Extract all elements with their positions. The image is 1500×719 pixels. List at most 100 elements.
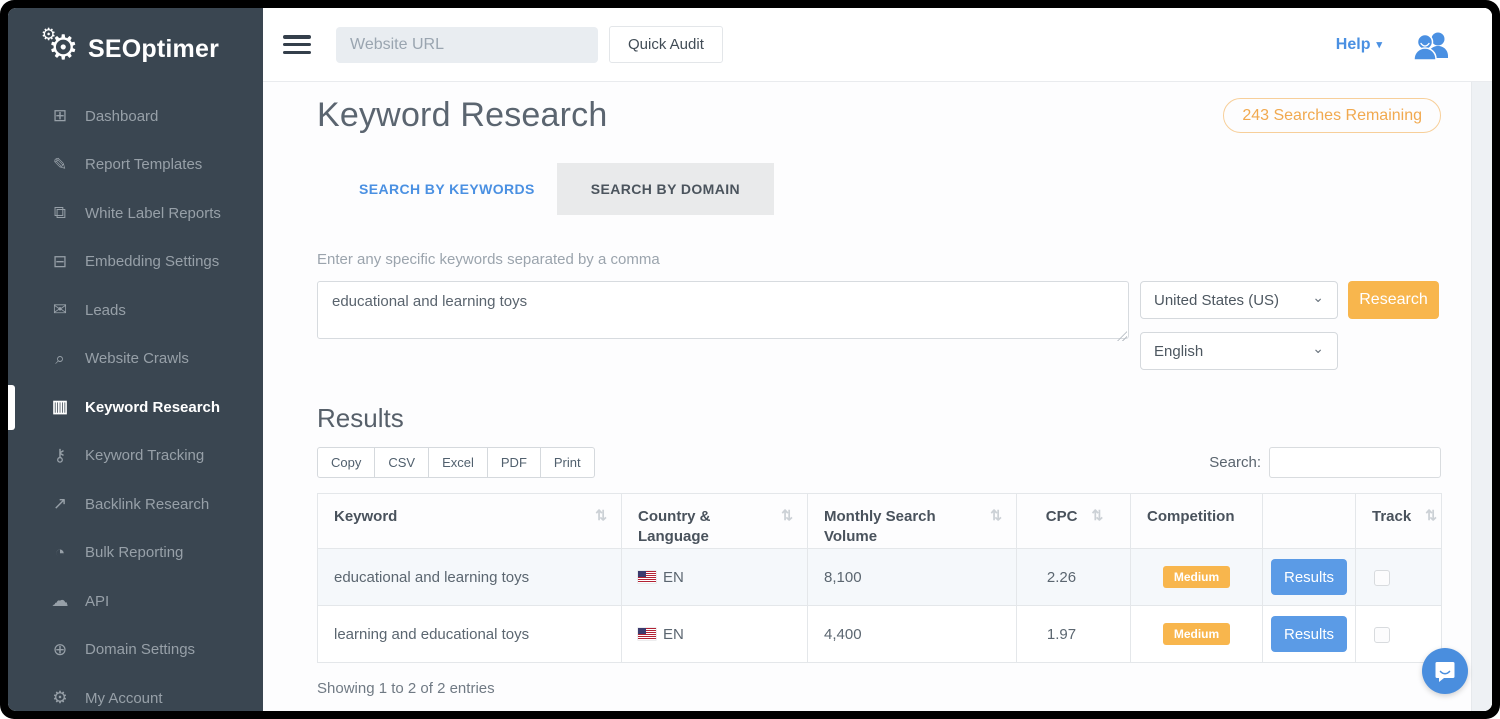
users-icon[interactable] [1412, 30, 1450, 60]
dashboard-icon: ⊞ [48, 106, 72, 126]
competition-badge: Medium [1163, 566, 1230, 588]
help-dropdown[interactable]: Help ▾ [1336, 36, 1382, 54]
help-label: Help [1336, 36, 1371, 54]
us-flag-icon [638, 628, 656, 640]
column-label: Track [1372, 507, 1411, 527]
competition-badge: Medium [1163, 623, 1230, 645]
column-label: Keyword [334, 507, 397, 527]
results-heading: Results [317, 403, 1441, 434]
sidebar-item-api[interactable]: ☁ API [8, 577, 263, 626]
sidebar-item-domain-settings[interactable]: ⊕Domain Settings [8, 626, 263, 675]
pages-icon: ⧉ [48, 203, 72, 223]
seoptimer-gear-logo-icon: ⚙⚙ [44, 27, 88, 71]
sidebar-item-white-label-reports[interactable]: ⧉White Label Reports [8, 189, 263, 238]
sidebar-item-dashboard[interactable]: ⊞ Dashboard [8, 92, 263, 141]
sidebar-item-bulk-reporting[interactable]: ◔Bulk Reporting [8, 529, 263, 578]
country-select[interactable]: United States (US) ⌄ [1140, 281, 1338, 319]
key-icon: ⚷ [48, 446, 72, 466]
sort-icon[interactable]: ⇅ [775, 507, 793, 524]
sidebar-item-report-templates[interactable]: ✎ Report Templates [8, 141, 263, 190]
table-header-row: Keyword⇅Country & Language⇅Monthly Searc… [318, 494, 1442, 549]
cell-competition: Medium [1131, 606, 1263, 663]
sidebar-item-label: Embedding Settings [85, 253, 219, 270]
track-checkbox[interactable] [1374, 570, 1390, 586]
seoptimer-logo[interactable]: ⚙⚙ SEOptimer [8, 8, 263, 84]
sidebar-item-my-account[interactable]: ⚙My Account [8, 674, 263, 711]
sidebar-item-label: Website Crawls [85, 350, 189, 367]
quick-audit-button[interactable]: Quick Audit [609, 26, 723, 63]
language-select[interactable]: English ⌄ [1140, 332, 1338, 370]
export-csv-button[interactable]: CSV [375, 447, 429, 478]
cell-keyword: educational and learning toys [318, 549, 622, 606]
sidebar-item-label: Dashboard [85, 108, 158, 125]
cell-keyword: learning and educational toys [318, 606, 622, 663]
sort-icon[interactable]: ⇅ [984, 507, 1002, 524]
sidebar-item-label: Bulk Reporting [85, 544, 183, 561]
main-area: Quick Audit Help ▾ [263, 8, 1492, 711]
hamburger-menu-icon[interactable] [283, 35, 311, 54]
export-print-button[interactable]: Print [541, 447, 595, 478]
sidebar-item-label: Report Templates [85, 156, 202, 173]
sort-icon[interactable]: ⇅ [1419, 507, 1437, 524]
column-label: Country & Language [638, 507, 775, 548]
table-search: Search: [1209, 447, 1441, 478]
export-copy-button[interactable]: Copy [317, 447, 375, 478]
page-title: Keyword Research [317, 96, 607, 135]
export-excel-button[interactable]: Excel [429, 447, 488, 478]
column-header-competition: Competition [1131, 494, 1263, 549]
external-link-icon: ↗ [48, 494, 72, 514]
envelope-icon: ✉ [48, 300, 72, 320]
page-content: Keyword Research 243 Searches Remaining … [263, 82, 1492, 711]
sidebar-item-label: Leads [85, 302, 126, 319]
column-header-cpc[interactable]: CPC⇅ [1017, 494, 1131, 549]
report-templates-icon: ✎ [48, 155, 72, 175]
sidebar-item-backlink-research[interactable]: ↗Backlink Research [8, 480, 263, 529]
sidebar-item-label: My Account [85, 690, 163, 707]
screenshot-frame: ⚙⚙ SEOptimer ⊞ Dashboard ✎ Report Templates… [0, 0, 1500, 719]
sidebar-item-leads[interactable]: ✉ Leads [8, 286, 263, 335]
column-header-country-language[interactable]: Country & Language⇅ [622, 494, 808, 549]
searches-remaining-badge: 243 Searches Remaining [1223, 98, 1441, 133]
logo-text: SEOptimer [88, 35, 219, 64]
sidebar-item-keyword-tracking[interactable]: ⚷Keyword Tracking [8, 432, 263, 481]
column-header-keyword[interactable]: Keyword ⇅ [318, 494, 622, 549]
topbar: Quick Audit Help ▾ [263, 8, 1492, 82]
results-toolbar: CopyCSVExcelPDFPrint Search: [317, 447, 1441, 478]
sort-icon[interactable]: ⇅ [589, 507, 607, 524]
keywords-input[interactable]: educational and learning toys [317, 281, 1129, 339]
column-header-track[interactable]: Track ⇅ [1356, 494, 1442, 549]
sidebar-item-keyword-research[interactable]: ▥Keyword Research [8, 383, 263, 432]
sidebar-item-website-crawls[interactable]: ⌕Website Crawls [8, 335, 263, 384]
keywords-input-wrapper: educational and learning toys [317, 281, 1129, 344]
country-select-value: United States (US) [1154, 292, 1279, 309]
export-button-group: CopyCSVExcelPDFPrint [317, 447, 595, 478]
sort-icon[interactable]: ⇅ [1085, 507, 1103, 524]
cloud-icon: ☁ [48, 591, 72, 611]
embed-window-icon: ⊟ [48, 252, 72, 272]
form-side-controls: United States (US) ⌄ Research English ⌄ [1140, 281, 1439, 370]
website-url-input[interactable] [336, 27, 598, 63]
tab-search-by-domain[interactable]: SEARCH BY DOMAIN [557, 163, 774, 215]
research-button[interactable]: Research [1348, 281, 1439, 319]
cell-country-language: EN [622, 606, 808, 663]
export-pdf-button[interactable]: PDF [488, 447, 541, 478]
sidebar-item-label: Keyword Research [85, 399, 220, 416]
globe-icon: ⊕ [48, 640, 72, 660]
chat-bubble-icon [1433, 659, 1457, 683]
row-results-button[interactable]: Results [1271, 559, 1347, 595]
sidebar-item-embedding-settings[interactable]: ⊟ Embedding Settings [8, 238, 263, 287]
table-search-input[interactable] [1269, 447, 1441, 478]
chat-launcher-button[interactable] [1422, 648, 1468, 694]
cell-cpc: 2.26 [1017, 549, 1131, 606]
cell-country-language: EN [622, 549, 808, 606]
cell-cpc: 1.97 [1017, 606, 1131, 663]
sidebar-item-label: API [85, 593, 109, 610]
column-header-monthly-search-volume[interactable]: Monthly Search Volume⇅ [808, 494, 1017, 549]
sidebar-nav: ⊞ Dashboard ✎ Report Templates ⧉White Label … [8, 92, 263, 711]
column-label: Monthly Search Volume [824, 507, 984, 548]
row-results-button[interactable]: Results [1271, 616, 1347, 652]
vertical-scrollbar[interactable] [1471, 82, 1492, 711]
keyword-search-form: educational and learning toys United Sta… [317, 281, 1441, 370]
track-checkbox[interactable] [1374, 627, 1390, 643]
tab-search-by-keywords[interactable]: SEARCH BY KEYWORDS [341, 163, 553, 215]
